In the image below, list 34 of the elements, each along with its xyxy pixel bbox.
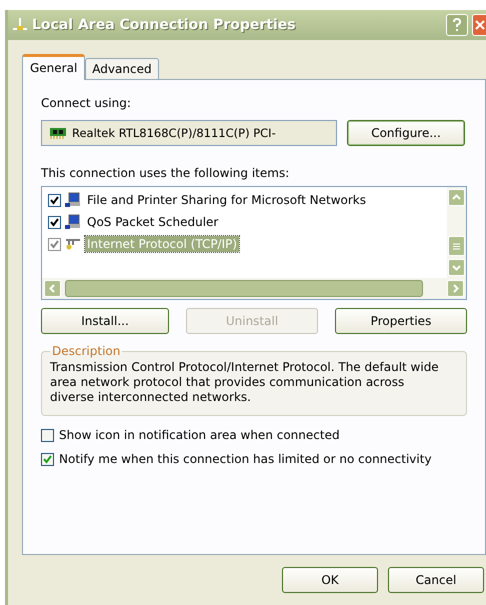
close-icon: [474, 20, 484, 30]
tab[interactable]: Advanced: [85, 58, 159, 80]
close-button[interactable]: [472, 14, 486, 36]
window-title: Local Area Connection Properties: [32, 17, 297, 33]
group-title: Description: [51, 344, 122, 358]
help-button[interactable]: [446, 14, 468, 36]
checkbox-label: Notify me when this connection has limited or no connectivity: [59, 452, 432, 466]
dialog-button[interactable]: OK: [282, 567, 378, 593]
section-label: This connection uses the following items:: [41, 166, 290, 180]
configure-button[interactable]: Configure...: [347, 120, 465, 146]
dialog-button[interactable]: Cancel: [388, 567, 484, 593]
list-action-button[interactable]: Install...: [41, 308, 169, 334]
checkbox[interactable]: [48, 194, 61, 206]
checkbox[interactable]: [48, 238, 61, 250]
description-text: Transmission Control Protocol/Internet Protocol. The default wide area network protocol that provides communication across diverse interconnected networks.: [50, 360, 440, 405]
checkbox[interactable]: [48, 216, 61, 228]
checkbox-label: Show icon in notification area when connected: [59, 428, 340, 442]
vertical-scrollbar[interactable]: [447, 187, 466, 278]
question-mark-icon: [452, 18, 462, 32]
horizontal-scrollbar[interactable]: [42, 278, 466, 299]
network-protocol-icon: [65, 236, 81, 252]
network-icon: [12, 17, 28, 33]
tab[interactable]: General: [22, 54, 86, 80]
network-card-icon: [50, 127, 66, 139]
list-action-button[interactable]: Properties: [335, 308, 467, 334]
computer-icon: [65, 192, 81, 208]
computer-icon: [65, 214, 81, 230]
field-label: Connect using:: [41, 96, 132, 110]
list-item[interactable]: QoS Packet Scheduler: [85, 214, 220, 230]
checkbox[interactable]: [41, 428, 54, 442]
checkbox[interactable]: [41, 452, 54, 466]
adapter-field: Realtek RTL8168C(P)/8111C(P) PCI-: [41, 120, 337, 146]
list-item[interactable]: File and Printer Sharing for Microsoft Networks: [85, 192, 368, 208]
grip-icon: [453, 242, 460, 250]
